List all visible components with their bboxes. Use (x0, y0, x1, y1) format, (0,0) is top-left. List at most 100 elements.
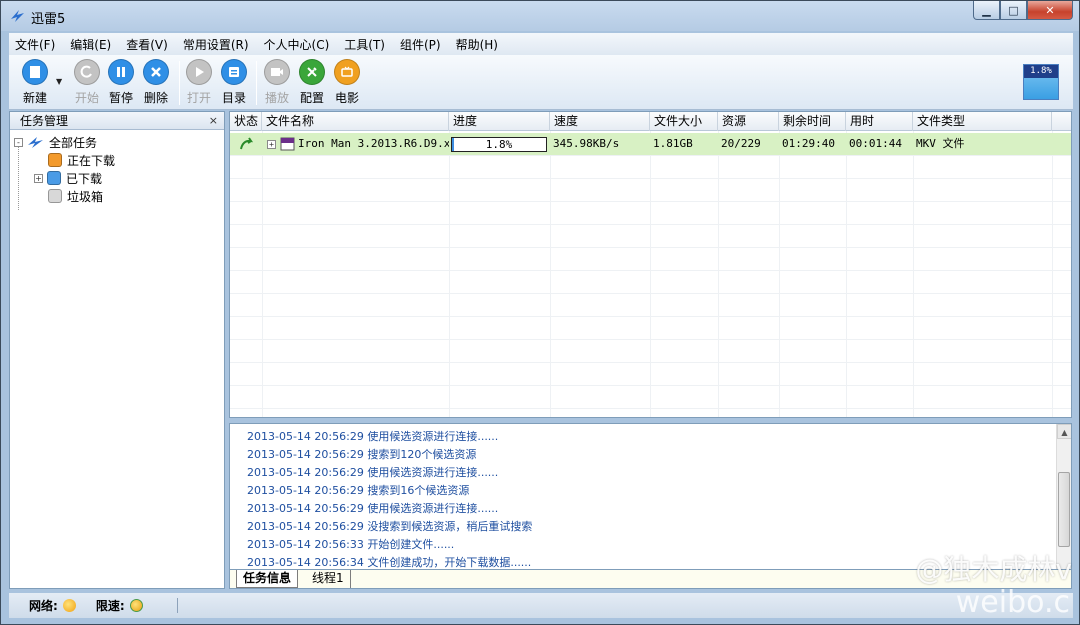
progress-bar: 1.8% (451, 137, 547, 152)
tree-label: 已下载 (66, 171, 103, 186)
menu-file[interactable]: 文件(F) (15, 36, 55, 53)
menu-bar: 文件(F) 编辑(E) 查看(V) 常用设置(R) 个人中心(C) 工具(T) … (9, 33, 1073, 55)
menu-view[interactable]: 查看(V) (126, 36, 168, 53)
config-label: 配置 (299, 91, 324, 105)
scroll-thumb[interactable] (1058, 472, 1070, 547)
column-header-size[interactable]: 文件大小 (650, 112, 718, 131)
speed-indicator-text: 1.8% (1024, 65, 1058, 78)
expand-icon[interactable]: + (34, 173, 43, 183)
column-header-elapsed[interactable]: 用时 (846, 112, 913, 131)
close-button[interactable]: ✕ (1027, 1, 1073, 20)
minimize-icon: ▁ (982, 3, 991, 17)
delete-button[interactable]: 删除 (136, 59, 176, 106)
folder-button[interactable]: 目录 (214, 59, 254, 106)
log-line: 2013-05-14 20:56:29 没搜索到候选资源，稍后重试搜索 (247, 520, 533, 533)
downloading-status-icon (240, 137, 254, 150)
log-line: 2013-05-14 20:56:29 搜索到120个候选资源 (247, 448, 477, 461)
menu-components[interactable]: 组件(P) (400, 36, 441, 53)
column-header-speed[interactable]: 速度 (550, 112, 650, 131)
config-button[interactable]: 配置 (292, 59, 332, 106)
tree-label: 垃圾箱 (67, 189, 104, 204)
network-status[interactable]: 网络: (29, 597, 76, 614)
column-header-status[interactable]: 状态 (230, 112, 262, 131)
trash-icon (48, 189, 62, 203)
tab-task-info[interactable]: 任务信息 (236, 570, 299, 588)
video-file-icon (280, 137, 295, 151)
menu-tools[interactable]: 工具(T) (344, 36, 385, 53)
minimize-button[interactable]: ▁ (973, 1, 1000, 20)
network-status-icon (62, 599, 76, 612)
delete-label: 删除 (143, 91, 168, 105)
new-label: 新建 (22, 91, 47, 105)
log-line: 2013-05-14 20:56:29 使用候选资源进行连接...... (247, 430, 499, 443)
task-manager-panel: 任务管理 × - 全部任务 正在下载 + 已下载 垃圾箱 (9, 111, 225, 589)
folder-icon (221, 59, 247, 85)
menu-personal[interactable]: 个人中心(C) (264, 36, 330, 53)
menu-edit[interactable]: 编辑(E) (70, 36, 111, 53)
task-manager-title: 任务管理 (20, 114, 69, 128)
play-icon (264, 59, 290, 85)
downloading-icon (48, 153, 62, 167)
status-separator (176, 598, 178, 613)
speed-limit-status[interactable]: 限速: (96, 597, 143, 614)
speed-cell: 345.98KB/s (553, 137, 620, 150)
maximize-icon: □ (1008, 3, 1019, 17)
log-line: 2013-05-14 20:56:29 使用候选资源进行连接...... (247, 466, 499, 479)
start-icon (74, 59, 100, 85)
play-button[interactable]: 播放 (257, 59, 297, 106)
open-button[interactable]: 打开 (179, 59, 219, 106)
toolbar: 新建 ▼ 开始 暂停 删除 打开 目录 播放 配置 电影 1.8% (9, 55, 1073, 110)
watermark-weibo-handle: @独木成林v (915, 553, 1072, 586)
open-label: 打开 (186, 91, 211, 105)
window-title: 迅雷5 (31, 12, 66, 27)
row-expand-icon[interactable]: + (267, 139, 276, 149)
panel-close-icon[interactable]: × (209, 114, 218, 127)
empty-row (230, 294, 1071, 317)
menu-help[interactable]: 帮助(H) (456, 36, 498, 53)
new-dropdown-icon[interactable]: ▼ (56, 77, 62, 86)
folder-label: 目录 (221, 91, 246, 105)
tree-item-downloaded[interactable]: + 已下载 (10, 169, 224, 187)
speed-limit-label: 限速: (95, 599, 125, 613)
tree-item-all-tasks[interactable]: - 全部任务 (10, 133, 224, 151)
new-icon (22, 59, 48, 85)
tab-thread-1[interactable]: 线程1 (306, 570, 351, 588)
column-header-progress[interactable]: 进度 (449, 112, 550, 131)
tree-item-trash[interactable]: 垃圾箱 (10, 187, 224, 205)
column-header-type[interactable]: 文件类型 (913, 112, 1052, 131)
log-line: 2013-05-14 20:56:29 搜索到16个候选资源 (247, 484, 470, 497)
scroll-up-icon[interactable]: ▲ (1057, 424, 1071, 439)
movie-label: 电影 (334, 91, 359, 105)
empty-row (230, 340, 1071, 363)
thunder-logo-icon (11, 10, 24, 22)
task-manager-header: 任务管理 × (10, 112, 224, 130)
movie-button[interactable]: 电影 (327, 59, 367, 106)
sources-cell: 20/229 (721, 137, 761, 150)
pause-icon (108, 59, 134, 85)
delete-icon (143, 59, 169, 85)
log-line: 2013-05-14 20:56:33 开始创建文件...... (247, 538, 455, 551)
column-header-sources[interactable]: 资源 (718, 112, 779, 131)
column-header-remaining[interactable]: 剩余时间 (779, 112, 846, 131)
maximize-button[interactable]: □ (1000, 1, 1027, 20)
log-line: 2013-05-14 20:56:34 文件创建成功，开始下载数据...... (247, 556, 532, 569)
name-cell: + Iron Man 3.2013.R6.D9.x26 (264, 133, 449, 155)
title-bar[interactable]: 迅雷5 ▁ □ ✕ (1, 1, 1079, 31)
speed-indicator[interactable]: 1.8% (1023, 64, 1059, 100)
collapse-icon[interactable]: - (14, 137, 23, 147)
empty-row (230, 202, 1071, 225)
type-cell: MKV 文件 (916, 137, 965, 150)
column-header-name[interactable]: 文件名称 (262, 112, 449, 131)
network-label: 网络: (29, 599, 58, 613)
config-icon (299, 59, 325, 85)
tree-item-downloading[interactable]: 正在下载 (10, 151, 224, 169)
open-icon (186, 59, 212, 85)
empty-row (230, 363, 1071, 386)
table-row[interactable]: + Iron Man 3.2013.R6.D9.x26 1.8% 345.98KB… (230, 133, 1071, 156)
pause-button[interactable]: 暂停 (101, 59, 141, 106)
watermark-weibo-url: weibo.c (955, 585, 1070, 620)
menu-settings[interactable]: 常用设置(R) (183, 36, 249, 53)
new-task-button[interactable]: 新建 (15, 59, 55, 106)
empty-row (230, 271, 1071, 294)
empty-row (230, 317, 1071, 340)
